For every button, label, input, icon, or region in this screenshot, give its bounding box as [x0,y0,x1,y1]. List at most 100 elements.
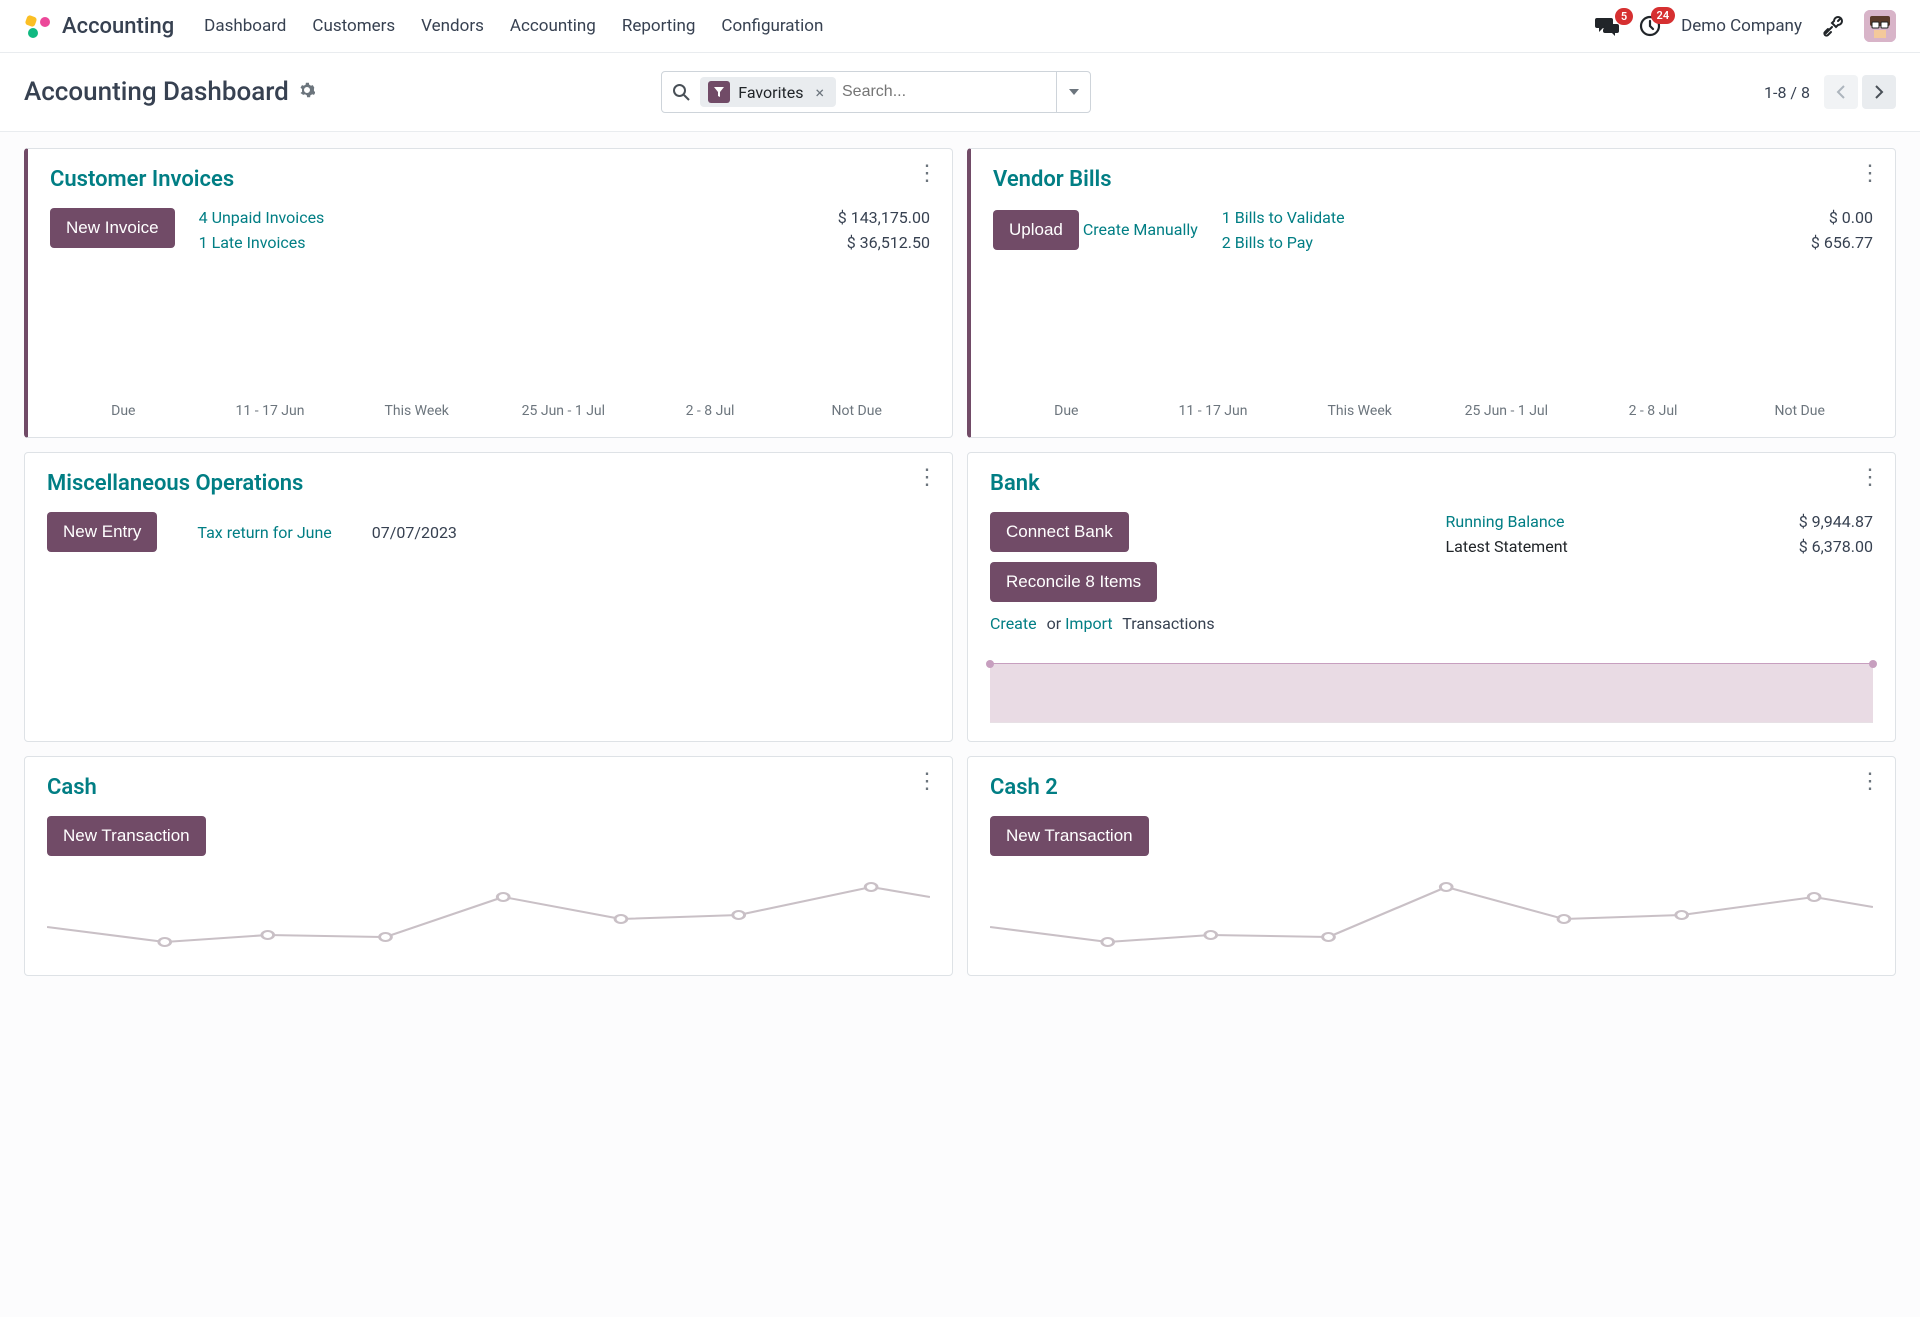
card-title[interactable]: Vendor Bills [993,167,1873,192]
gear-icon[interactable] [299,82,315,102]
funnel-icon [708,81,730,103]
running-balance-link[interactable]: Running Balance [1446,512,1565,531]
company-switcher[interactable]: Demo Company [1681,16,1802,36]
avatar-icon [1864,10,1896,42]
text-transactions: Transactions [1122,614,1214,633]
late-invoices-link[interactable]: 1 Late Invoices [199,233,325,252]
app-name: Accounting [62,14,174,39]
card-title[interactable]: Cash 2 [990,775,1873,800]
latest-statement-label: Latest Statement [1446,537,1568,556]
chevron-left-icon [1836,85,1846,99]
axis-label: 25 Jun - 1 Jul [1433,403,1580,419]
create-manually-link[interactable]: Create Manually [1083,220,1198,239]
unpaid-invoices-link[interactable]: 4 Unpaid Invoices [199,208,325,227]
bills-to-pay-link[interactable]: 2 Bills to Pay [1222,233,1345,252]
topbar: Accounting Dashboard Customers Vendors A… [0,0,1920,53]
reconcile-button[interactable]: Reconcile 8 Items [990,562,1157,602]
chevron-right-icon [1874,85,1884,99]
bank-balance-chart [990,663,1873,723]
bills-validate-amount: $ 0.00 [1829,208,1873,227]
discuss-button[interactable]: 5 [1595,16,1619,36]
axis-label: 2 - 8 Jul [637,403,784,419]
running-balance-value: $ 9,944.87 [1799,512,1873,531]
axis-label: 2 - 8 Jul [1580,403,1727,419]
nav-dashboard[interactable]: Dashboard [204,16,286,36]
card-title[interactable]: Customer Invoices [50,167,930,192]
bills-to-validate-link[interactable]: 1 Bills to Validate [1222,208,1345,227]
card-title[interactable]: Bank [990,471,1873,496]
chip-remove-icon[interactable]: × [811,83,828,102]
new-transaction-button[interactable]: New Transaction [990,816,1149,856]
create-transaction-link[interactable]: Create [990,614,1037,633]
filter-chip-favorites[interactable]: Favorites × [700,77,836,107]
text-or: or [1047,614,1062,633]
top-icons: 5 24 Demo Company [1595,10,1896,42]
brand[interactable]: Accounting [24,12,174,40]
axis-label: Due [50,403,197,419]
search-input[interactable] [842,83,1056,101]
import-transaction-link[interactable]: Import [1065,614,1113,633]
axis-label: This Week [1286,403,1433,419]
user-avatar[interactable] [1864,10,1896,42]
card-menu-button[interactable]: ⋮ [1859,163,1881,185]
card-misc-operations: ⋮ Miscellaneous Operations New Entry Tax… [24,452,953,742]
cash-sparkline [47,857,930,957]
latest-statement-value: $ 6,378.00 [1799,537,1873,556]
card-customer-invoices: ⋮ Customer Invoices New Invoice 4 Unpaid… [24,148,953,438]
axis-label: 11 - 17 Jun [197,403,344,419]
card-title[interactable]: Cash [47,775,930,800]
main-nav: Dashboard Customers Vendors Accounting R… [204,16,823,36]
nav-reporting[interactable]: Reporting [622,16,696,36]
page-title: Accounting Dashboard [24,77,315,107]
nav-customers[interactable]: Customers [312,16,395,36]
tax-return-date: 07/07/2023 [372,523,457,542]
filter-chip-label: Favorites [738,83,803,102]
axis-label: Not Due [1726,403,1873,419]
new-transaction-button[interactable]: New Transaction [47,816,206,856]
page-title-text: Accounting Dashboard [24,77,289,107]
nav-configuration[interactable]: Configuration [721,16,823,36]
search-bar[interactable]: Favorites × [661,71,1091,113]
tax-return-link[interactable]: Tax return for June [197,523,331,542]
bills-pay-amount: $ 656.77 [1811,233,1873,252]
dashboard-grid: ⋮ Customer Invoices New Invoice 4 Unpaid… [0,132,1920,992]
nav-accounting[interactable]: Accounting [510,16,596,36]
card-menu-button[interactable]: ⋮ [1859,467,1881,489]
debug-button[interactable] [1822,15,1844,37]
chat-badge: 5 [1615,8,1633,25]
activities-button[interactable]: 24 [1639,15,1661,37]
card-cash: ⋮ Cash New Transaction [24,756,953,976]
card-bank: ⋮ Bank Connect Bank Reconcile 8 Items Cr… [967,452,1896,742]
caret-down-icon [1069,89,1079,95]
invoices-aging-chart: Due 11 - 17 Jun This Week 25 Jun - 1 Jul… [50,323,930,419]
unpaid-amount: $ 143,175.00 [838,208,930,227]
cash2-sparkline [990,857,1873,957]
axis-label: This Week [343,403,490,419]
pager: 1-8 / 8 [1764,75,1896,109]
new-entry-button[interactable]: New Entry [47,512,157,552]
card-title[interactable]: Miscellaneous Operations [47,471,930,496]
nav-vendors[interactable]: Vendors [421,16,484,36]
axis-label: Due [993,403,1140,419]
pager-next-button[interactable] [1862,75,1896,109]
axis-label: 11 - 17 Jun [1140,403,1287,419]
upload-button[interactable]: Upload [993,210,1079,250]
card-menu-button[interactable]: ⋮ [916,163,938,185]
pager-prev-button[interactable] [1824,75,1858,109]
bills-aging-chart: Due 11 - 17 Jun This Week 25 Jun - 1 Jul… [993,323,1873,419]
card-vendor-bills: ⋮ Vendor Bills Upload Create Manually 1 … [967,148,1896,438]
wrench-icon [1822,15,1844,37]
control-panel: Accounting Dashboard Favorites × 1-8 / 8 [0,53,1920,132]
card-menu-button[interactable]: ⋮ [1859,771,1881,793]
clock-badge: 24 [1651,7,1676,24]
late-amount: $ 36,512.50 [847,233,930,252]
new-invoice-button[interactable]: New Invoice [50,208,175,248]
axis-label: Not Due [783,403,930,419]
card-menu-button[interactable]: ⋮ [916,467,938,489]
card-cash-2: ⋮ Cash 2 New Transaction [967,756,1896,976]
search-icon [662,83,700,101]
search-options-toggle[interactable] [1056,72,1090,112]
card-menu-button[interactable]: ⋮ [916,771,938,793]
connect-bank-button[interactable]: Connect Bank [990,512,1129,552]
axis-label: 25 Jun - 1 Jul [490,403,637,419]
